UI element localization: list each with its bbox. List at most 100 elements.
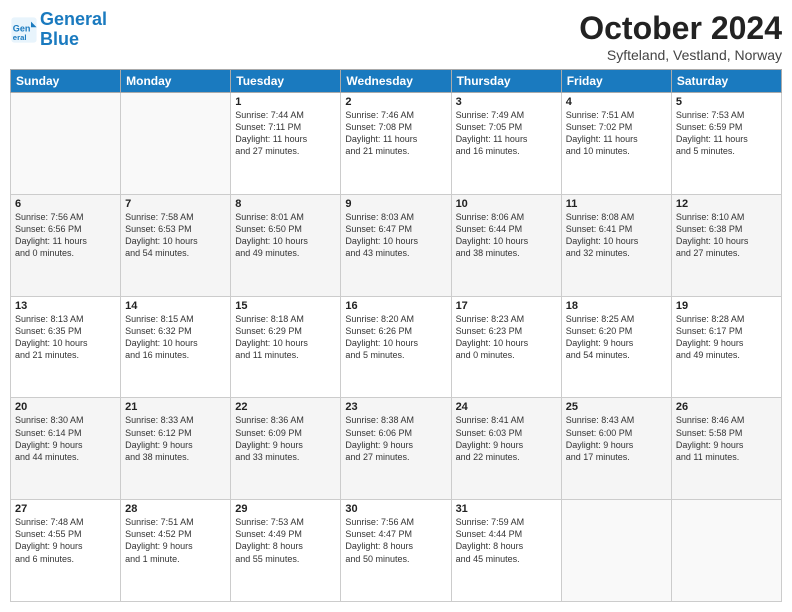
calendar-cell: 25Sunrise: 8:43 AM Sunset: 6:00 PM Dayli… bbox=[561, 398, 671, 500]
day-info: Sunrise: 7:44 AM Sunset: 7:11 PM Dayligh… bbox=[235, 109, 336, 158]
day-info: Sunrise: 7:53 AM Sunset: 4:49 PM Dayligh… bbox=[235, 516, 336, 565]
day-number: 8 bbox=[235, 198, 336, 210]
svg-text:Gen: Gen bbox=[13, 23, 31, 33]
calendar-cell: 16Sunrise: 8:20 AM Sunset: 6:26 PM Dayli… bbox=[341, 296, 451, 398]
day-info: Sunrise: 8:10 AM Sunset: 6:38 PM Dayligh… bbox=[676, 211, 777, 260]
calendar-cell: 3Sunrise: 7:49 AM Sunset: 7:05 PM Daylig… bbox=[451, 93, 561, 195]
day-info: Sunrise: 8:38 AM Sunset: 6:06 PM Dayligh… bbox=[345, 414, 446, 463]
day-info: Sunrise: 8:30 AM Sunset: 6:14 PM Dayligh… bbox=[15, 414, 116, 463]
calendar-cell bbox=[121, 93, 231, 195]
day-info: Sunrise: 8:15 AM Sunset: 6:32 PM Dayligh… bbox=[125, 313, 226, 362]
day-info: Sunrise: 7:59 AM Sunset: 4:44 PM Dayligh… bbox=[456, 516, 557, 565]
day-number: 13 bbox=[15, 300, 116, 312]
day-number: 29 bbox=[235, 503, 336, 515]
calendar-cell: 30Sunrise: 7:56 AM Sunset: 4:47 PM Dayli… bbox=[341, 500, 451, 602]
calendar-cell: 26Sunrise: 8:46 AM Sunset: 5:58 PM Dayli… bbox=[671, 398, 781, 500]
calendar-cell bbox=[11, 93, 121, 195]
day-number: 26 bbox=[676, 401, 777, 413]
logo: Gen eral General Blue bbox=[10, 10, 107, 50]
subtitle: Syfteland, Vestland, Norway bbox=[579, 47, 782, 63]
calendar-cell: 1Sunrise: 7:44 AM Sunset: 7:11 PM Daylig… bbox=[231, 93, 341, 195]
calendar-cell: 27Sunrise: 7:48 AM Sunset: 4:55 PM Dayli… bbox=[11, 500, 121, 602]
day-info: Sunrise: 7:51 AM Sunset: 7:02 PM Dayligh… bbox=[566, 109, 667, 158]
calendar-cell: 20Sunrise: 8:30 AM Sunset: 6:14 PM Dayli… bbox=[11, 398, 121, 500]
calendar-cell: 29Sunrise: 7:53 AM Sunset: 4:49 PM Dayli… bbox=[231, 500, 341, 602]
calendar-cell bbox=[561, 500, 671, 602]
page: Gen eral General Blue October 2024 Syfte… bbox=[0, 0, 792, 612]
calendar-cell: 19Sunrise: 8:28 AM Sunset: 6:17 PM Dayli… bbox=[671, 296, 781, 398]
day-info: Sunrise: 7:51 AM Sunset: 4:52 PM Dayligh… bbox=[125, 516, 226, 565]
day-info: Sunrise: 8:41 AM Sunset: 6:03 PM Dayligh… bbox=[456, 414, 557, 463]
weekday-header-wednesday: Wednesday bbox=[341, 70, 451, 93]
day-info: Sunrise: 8:03 AM Sunset: 6:47 PM Dayligh… bbox=[345, 211, 446, 260]
calendar-cell: 18Sunrise: 8:25 AM Sunset: 6:20 PM Dayli… bbox=[561, 296, 671, 398]
day-number: 15 bbox=[235, 300, 336, 312]
day-info: Sunrise: 8:46 AM Sunset: 5:58 PM Dayligh… bbox=[676, 414, 777, 463]
calendar-cell: 9Sunrise: 8:03 AM Sunset: 6:47 PM Daylig… bbox=[341, 194, 451, 296]
weekday-header-monday: Monday bbox=[121, 70, 231, 93]
calendar-cell: 7Sunrise: 7:58 AM Sunset: 6:53 PM Daylig… bbox=[121, 194, 231, 296]
day-number: 3 bbox=[456, 96, 557, 108]
logo-line1: General bbox=[40, 9, 107, 29]
day-number: 21 bbox=[125, 401, 226, 413]
weekday-header-friday: Friday bbox=[561, 70, 671, 93]
day-info: Sunrise: 7:46 AM Sunset: 7:08 PM Dayligh… bbox=[345, 109, 446, 158]
weekday-header-thursday: Thursday bbox=[451, 70, 561, 93]
calendar-cell bbox=[671, 500, 781, 602]
day-info: Sunrise: 8:28 AM Sunset: 6:17 PM Dayligh… bbox=[676, 313, 777, 362]
calendar-cell: 14Sunrise: 8:15 AM Sunset: 6:32 PM Dayli… bbox=[121, 296, 231, 398]
svg-text:eral: eral bbox=[13, 33, 27, 42]
weekday-header-row: SundayMondayTuesdayWednesdayThursdayFrid… bbox=[11, 70, 782, 93]
day-info: Sunrise: 8:20 AM Sunset: 6:26 PM Dayligh… bbox=[345, 313, 446, 362]
day-number: 7 bbox=[125, 198, 226, 210]
calendar-cell: 12Sunrise: 8:10 AM Sunset: 6:38 PM Dayli… bbox=[671, 194, 781, 296]
day-number: 22 bbox=[235, 401, 336, 413]
day-info: Sunrise: 7:48 AM Sunset: 4:55 PM Dayligh… bbox=[15, 516, 116, 565]
day-number: 19 bbox=[676, 300, 777, 312]
day-info: Sunrise: 8:06 AM Sunset: 6:44 PM Dayligh… bbox=[456, 211, 557, 260]
calendar: SundayMondayTuesdayWednesdayThursdayFrid… bbox=[10, 69, 782, 602]
calendar-week-1: 1Sunrise: 7:44 AM Sunset: 7:11 PM Daylig… bbox=[11, 93, 782, 195]
day-number: 11 bbox=[566, 198, 667, 210]
day-number: 16 bbox=[345, 300, 446, 312]
day-number: 28 bbox=[125, 503, 226, 515]
day-number: 27 bbox=[15, 503, 116, 515]
title-area: October 2024 Syfteland, Vestland, Norway bbox=[579, 10, 782, 63]
day-number: 18 bbox=[566, 300, 667, 312]
calendar-cell: 2Sunrise: 7:46 AM Sunset: 7:08 PM Daylig… bbox=[341, 93, 451, 195]
calendar-cell: 23Sunrise: 8:38 AM Sunset: 6:06 PM Dayli… bbox=[341, 398, 451, 500]
day-info: Sunrise: 8:33 AM Sunset: 6:12 PM Dayligh… bbox=[125, 414, 226, 463]
day-number: 30 bbox=[345, 503, 446, 515]
day-info: Sunrise: 7:49 AM Sunset: 7:05 PM Dayligh… bbox=[456, 109, 557, 158]
weekday-header-saturday: Saturday bbox=[671, 70, 781, 93]
day-info: Sunrise: 7:58 AM Sunset: 6:53 PM Dayligh… bbox=[125, 211, 226, 260]
day-number: 17 bbox=[456, 300, 557, 312]
day-number: 20 bbox=[15, 401, 116, 413]
day-info: Sunrise: 8:18 AM Sunset: 6:29 PM Dayligh… bbox=[235, 313, 336, 362]
day-info: Sunrise: 7:53 AM Sunset: 6:59 PM Dayligh… bbox=[676, 109, 777, 158]
day-info: Sunrise: 8:43 AM Sunset: 6:00 PM Dayligh… bbox=[566, 414, 667, 463]
calendar-cell: 5Sunrise: 7:53 AM Sunset: 6:59 PM Daylig… bbox=[671, 93, 781, 195]
day-number: 31 bbox=[456, 503, 557, 515]
logo-icon: Gen eral bbox=[10, 16, 38, 44]
day-info: Sunrise: 8:08 AM Sunset: 6:41 PM Dayligh… bbox=[566, 211, 667, 260]
calendar-cell: 10Sunrise: 8:06 AM Sunset: 6:44 PM Dayli… bbox=[451, 194, 561, 296]
calendar-cell: 8Sunrise: 8:01 AM Sunset: 6:50 PM Daylig… bbox=[231, 194, 341, 296]
calendar-cell: 22Sunrise: 8:36 AM Sunset: 6:09 PM Dayli… bbox=[231, 398, 341, 500]
day-info: Sunrise: 8:13 AM Sunset: 6:35 PM Dayligh… bbox=[15, 313, 116, 362]
day-number: 9 bbox=[345, 198, 446, 210]
day-info: Sunrise: 7:56 AM Sunset: 4:47 PM Dayligh… bbox=[345, 516, 446, 565]
logo-line2: Blue bbox=[40, 29, 79, 49]
calendar-cell: 6Sunrise: 7:56 AM Sunset: 6:56 PM Daylig… bbox=[11, 194, 121, 296]
day-number: 25 bbox=[566, 401, 667, 413]
weekday-header-sunday: Sunday bbox=[11, 70, 121, 93]
main-title: October 2024 bbox=[579, 10, 782, 47]
day-number: 12 bbox=[676, 198, 777, 210]
day-number: 6 bbox=[15, 198, 116, 210]
logo-text: General Blue bbox=[40, 10, 107, 50]
calendar-week-3: 13Sunrise: 8:13 AM Sunset: 6:35 PM Dayli… bbox=[11, 296, 782, 398]
day-number: 4 bbox=[566, 96, 667, 108]
calendar-cell: 21Sunrise: 8:33 AM Sunset: 6:12 PM Dayli… bbox=[121, 398, 231, 500]
day-info: Sunrise: 8:01 AM Sunset: 6:50 PM Dayligh… bbox=[235, 211, 336, 260]
calendar-week-4: 20Sunrise: 8:30 AM Sunset: 6:14 PM Dayli… bbox=[11, 398, 782, 500]
